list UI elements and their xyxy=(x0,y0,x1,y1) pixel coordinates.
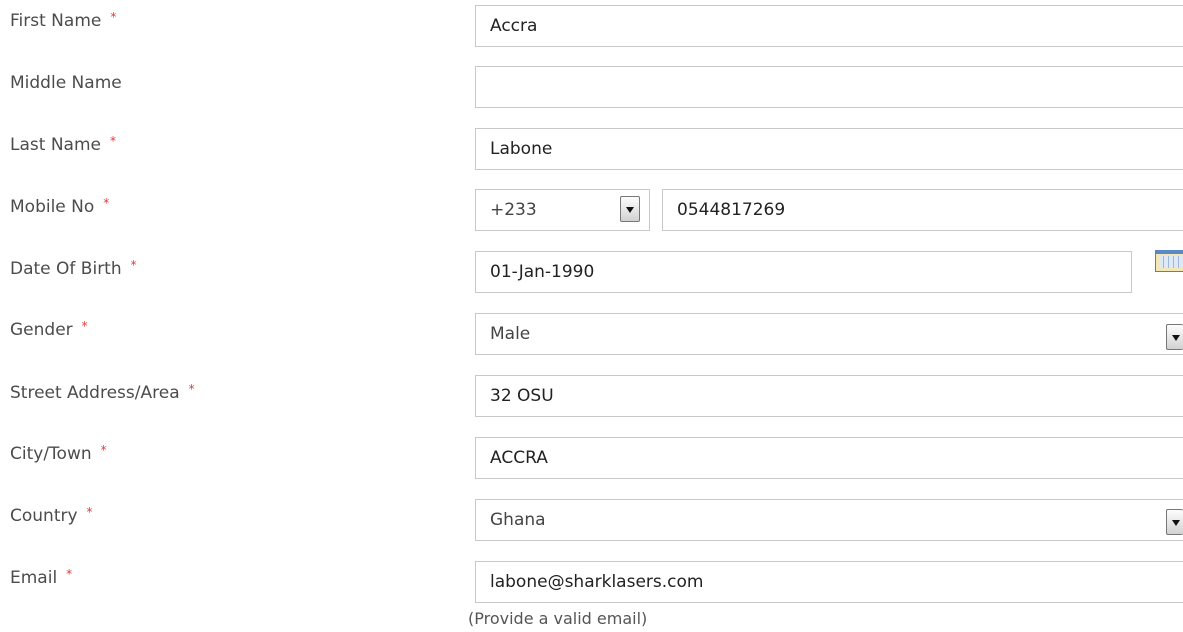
country-dropdown-button[interactable] xyxy=(1166,509,1183,535)
country-code-dropdown-button[interactable] xyxy=(620,196,640,222)
calendar-icon[interactable] xyxy=(1155,250,1183,272)
required-marker: * xyxy=(103,196,110,210)
gender-label: Gender * xyxy=(10,319,88,340)
required-marker: * xyxy=(110,10,117,24)
first-name-label: First Name * xyxy=(10,10,117,31)
email-label: Email * xyxy=(10,567,73,588)
date-of-birth-label: Date Of Birth * xyxy=(10,258,137,279)
country-code-value: +233 xyxy=(490,200,537,220)
required-marker: * xyxy=(86,505,93,519)
email-input[interactable]: labone@sharklasers.com xyxy=(475,561,1183,603)
middle-name-label: Middle Name xyxy=(10,73,122,93)
street-address-input[interactable]: 32 OSU xyxy=(475,375,1183,417)
last-name-label: Last Name * xyxy=(10,134,116,155)
last-name-input[interactable]: Labone xyxy=(475,128,1183,170)
gender-dropdown-button[interactable] xyxy=(1166,324,1183,350)
gender-select[interactable]: Male xyxy=(475,313,1183,355)
city-town-label: City/Town * xyxy=(10,443,107,464)
middle-name-input[interactable] xyxy=(475,66,1183,108)
country-label: Country * xyxy=(10,505,93,526)
first-name-input[interactable]: Accra xyxy=(475,5,1183,47)
required-marker: * xyxy=(66,567,73,581)
mobile-number-input[interactable]: 0544817269 xyxy=(662,189,1183,231)
country-select[interactable]: Ghana xyxy=(475,499,1183,541)
city-town-input[interactable]: ACCRA xyxy=(475,437,1183,479)
date-of-birth-input[interactable]: 01-Jan-1990 xyxy=(475,251,1132,293)
required-marker: * xyxy=(130,258,137,272)
gender-selected-value: Male xyxy=(490,324,531,344)
mobile-no-label: Mobile No * xyxy=(10,196,110,217)
required-marker: * xyxy=(188,382,195,396)
required-marker: * xyxy=(100,443,107,457)
street-address-label: Street Address/Area * xyxy=(10,382,195,403)
required-marker: * xyxy=(81,319,88,333)
required-marker: * xyxy=(109,134,116,148)
country-selected-value: Ghana xyxy=(490,510,546,530)
email-hint: (Provide a valid email) xyxy=(468,609,648,628)
